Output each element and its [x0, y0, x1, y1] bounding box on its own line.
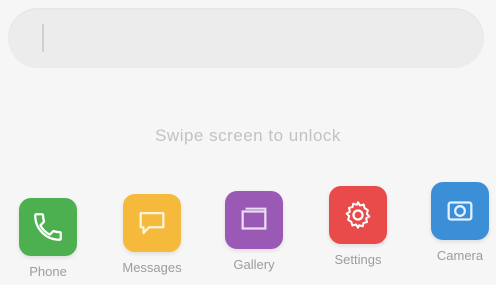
app-messages[interactable]: Messages — [107, 194, 197, 275]
app-label-phone: Phone — [29, 264, 67, 279]
app-camera[interactable]: Camera — [415, 182, 496, 263]
app-phone[interactable]: Phone — [3, 198, 93, 279]
app-label-settings: Settings — [334, 252, 382, 267]
phone-tile[interactable] — [19, 198, 77, 256]
search-bar[interactable] — [8, 8, 484, 68]
app-label-camera: Camera — [436, 248, 484, 263]
gear-icon — [345, 201, 371, 229]
text-caret — [42, 24, 44, 52]
app-gallery[interactable]: Gallery — [209, 191, 299, 272]
app-label-gallery: Gallery — [233, 257, 275, 272]
gallery-tile[interactable] — [225, 191, 283, 249]
app-settings[interactable]: Settings — [313, 186, 403, 267]
camera-tile[interactable] — [431, 182, 489, 240]
messages-tile[interactable] — [123, 194, 181, 252]
app-dock: Phone Messages Gallery Settings Camera — [0, 178, 496, 285]
message-icon — [139, 211, 165, 235]
camera-icon — [447, 201, 473, 221]
phone-icon — [34, 213, 62, 241]
settings-tile[interactable] — [329, 186, 387, 244]
unlock-hint: Swipe screen to unlock — [155, 126, 341, 145]
gallery-icon — [241, 207, 267, 230]
app-label-messages: Messages — [122, 260, 182, 275]
